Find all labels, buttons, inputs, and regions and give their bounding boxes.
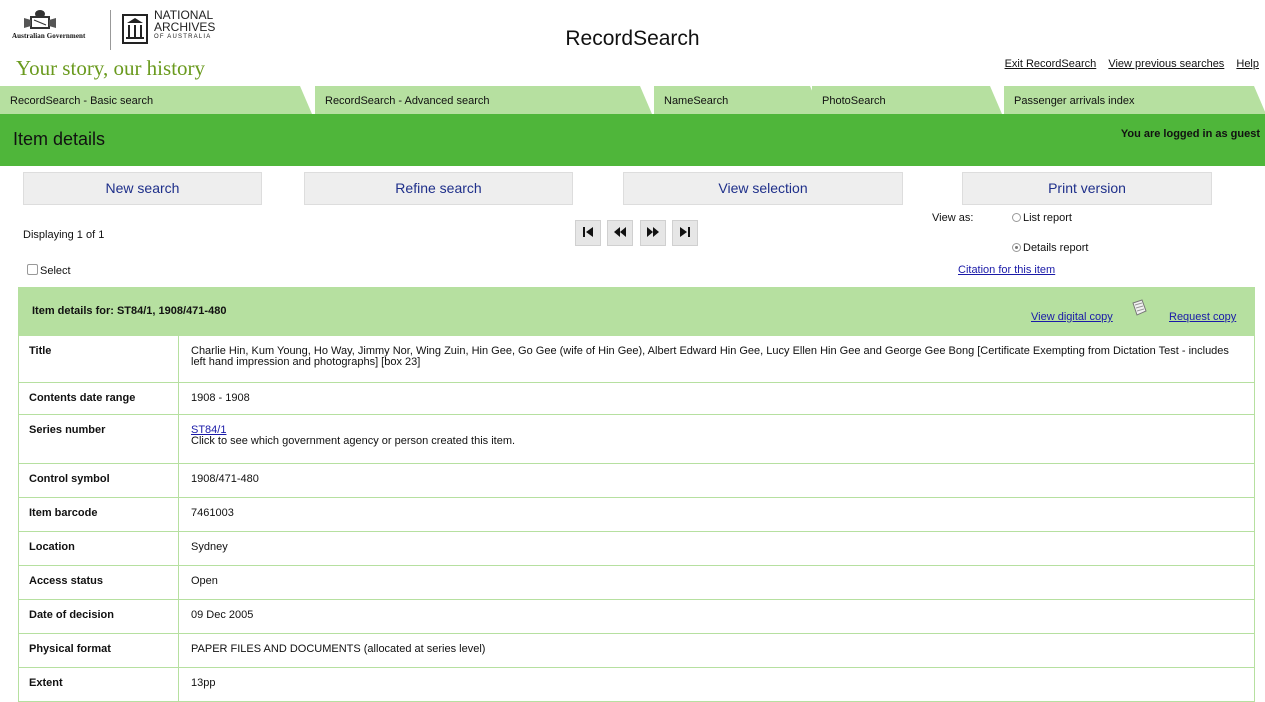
select-label: Select [40, 265, 71, 277]
view-as-label: View as: [932, 212, 974, 224]
help-link[interactable]: Help [1236, 58, 1259, 70]
tab-basic-search[interactable]: RecordSearch - Basic search [0, 86, 312, 114]
item-details-heading: Item details for: ST84/1, 1908/471-480 [32, 305, 227, 317]
first-page-icon[interactable] [575, 220, 601, 246]
item-details-bar: Item details You are logged in as guest [0, 114, 1265, 166]
tab-advanced-search[interactable]: RecordSearch - Advanced search [315, 86, 652, 114]
row-value: 7461003 [178, 497, 1255, 532]
row-value: Sydney [178, 531, 1255, 566]
row-label: Access status [18, 565, 179, 600]
view-selection-button[interactable]: View selection [623, 172, 903, 205]
list-report-label: List report [1023, 212, 1072, 224]
details-report-label: Details report [1023, 242, 1089, 254]
table-row: Date of decision 09 Dec 2005 [18, 599, 1255, 634]
refine-search-button[interactable]: Refine search [304, 172, 573, 205]
new-search-button[interactable]: New search [23, 172, 262, 205]
list-report-radio[interactable]: List report [1012, 212, 1072, 224]
row-value: 09 Dec 2005 [178, 599, 1255, 634]
top-links: Exit RecordSearch View previous searches… [996, 58, 1259, 70]
row-label: Item barcode [18, 497, 179, 532]
site-header: Australian Government NATIONAL ARCHIVES … [0, 0, 1265, 86]
row-value: 1908 - 1908 [178, 382, 1255, 415]
row-label: Date of decision [18, 599, 179, 634]
table-row: Control symbol 1908/471-480 [18, 463, 1255, 498]
table-row: Physical format PAPER FILES AND DOCUMENT… [18, 633, 1255, 668]
checkbox-icon [27, 264, 38, 275]
table-row: Series number ST84/1 Click to see which … [18, 414, 1255, 464]
details-report-radio[interactable]: Details report [1012, 242, 1088, 254]
last-page-icon[interactable] [672, 220, 698, 246]
row-value: Open [178, 565, 1255, 600]
row-label: Series number [18, 414, 179, 464]
tab-photosearch[interactable]: PhotoSearch [812, 86, 1002, 114]
previous-page-icon[interactable] [607, 220, 633, 246]
view-previous-searches-link[interactable]: View previous searches [1108, 58, 1224, 70]
digital-copy-icon[interactable] [1130, 299, 1148, 317]
tagline: Your story, our history [16, 56, 206, 80]
citation-link[interactable]: Citation for this item [958, 264, 1055, 276]
row-value: 13pp [178, 667, 1255, 702]
result-count: Displaying 1 of 1 [23, 229, 105, 241]
tab-namesearch[interactable]: NameSearch [654, 86, 822, 114]
row-label: Contents date range [18, 382, 179, 415]
tab-passenger-arrivals[interactable]: Passenger arrivals index [1004, 86, 1265, 114]
series-number-hint: Click to see which government agency or … [191, 435, 516, 447]
row-value: 1908/471-480 [178, 463, 1255, 498]
search-tabs: RecordSearch - Basic search RecordSearch… [0, 86, 1265, 114]
radio-unchecked-icon [1012, 213, 1021, 222]
row-value: ST84/1 Click to see which government age… [178, 414, 1255, 464]
row-label: Extent [18, 667, 179, 702]
row-value: Charlie Hin, Kum Young, Ho Way, Jimmy No… [178, 335, 1255, 383]
view-digital-copy-link[interactable]: View digital copy [1031, 311, 1113, 323]
exit-recordsearch-link[interactable]: Exit RecordSearch [1005, 58, 1097, 70]
section-title: Item details [13, 129, 106, 149]
row-label: Title [18, 335, 179, 383]
table-row: Contents date range 1908 - 1908 [18, 382, 1255, 415]
item-details-table: Item details for: ST84/1, 1908/471-480 V… [18, 287, 1255, 702]
row-label: Control symbol [18, 463, 179, 498]
row-value: PAPER FILES AND DOCUMENTS (allocated at … [178, 633, 1255, 668]
select-checkbox[interactable]: Select [27, 264, 71, 277]
login-status: You are logged in as guest [1120, 128, 1260, 140]
next-page-icon[interactable] [640, 220, 666, 246]
row-label: Physical format [18, 633, 179, 668]
page-title: RecordSearch [565, 27, 700, 50]
item-details-grid: Title Charlie Hin, Kum Young, Ho Way, Ji… [18, 335, 1255, 702]
request-copy-link[interactable]: Request copy [1169, 311, 1236, 323]
item-details-header: Item details for: ST84/1, 1908/471-480 V… [18, 287, 1255, 335]
row-label: Location [18, 531, 179, 566]
table-row: Location Sydney [18, 531, 1255, 566]
print-version-button[interactable]: Print version [962, 172, 1212, 205]
table-row: Extent 13pp [18, 667, 1255, 702]
radio-checked-icon [1012, 243, 1021, 252]
table-row: Title Charlie Hin, Kum Young, Ho Way, Ji… [18, 335, 1255, 383]
table-row: Item barcode 7461003 [18, 497, 1255, 532]
table-row: Access status Open [18, 565, 1255, 600]
